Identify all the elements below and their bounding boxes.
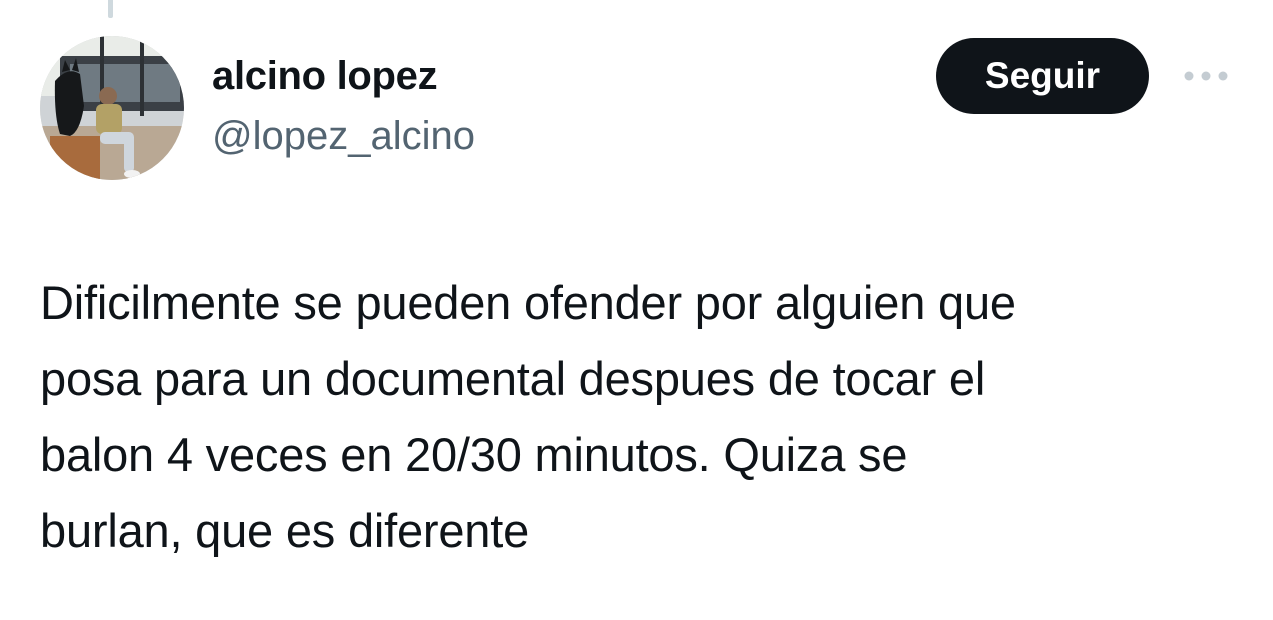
tweet-text: Dificilmente se pueden ofender por algui… bbox=[40, 276, 1016, 557]
follow-button[interactable]: Seguir bbox=[936, 38, 1149, 114]
author-handle[interactable]: @lopez_alcino bbox=[212, 114, 475, 159]
more-options-icon bbox=[1184, 71, 1228, 81]
thread-connector-line bbox=[108, 0, 113, 18]
author-display-name[interactable]: alcino lopez bbox=[212, 54, 438, 99]
avatar[interactable] bbox=[40, 36, 184, 180]
more-options-button[interactable] bbox=[1178, 62, 1234, 90]
profile-photo-icon bbox=[40, 36, 184, 180]
